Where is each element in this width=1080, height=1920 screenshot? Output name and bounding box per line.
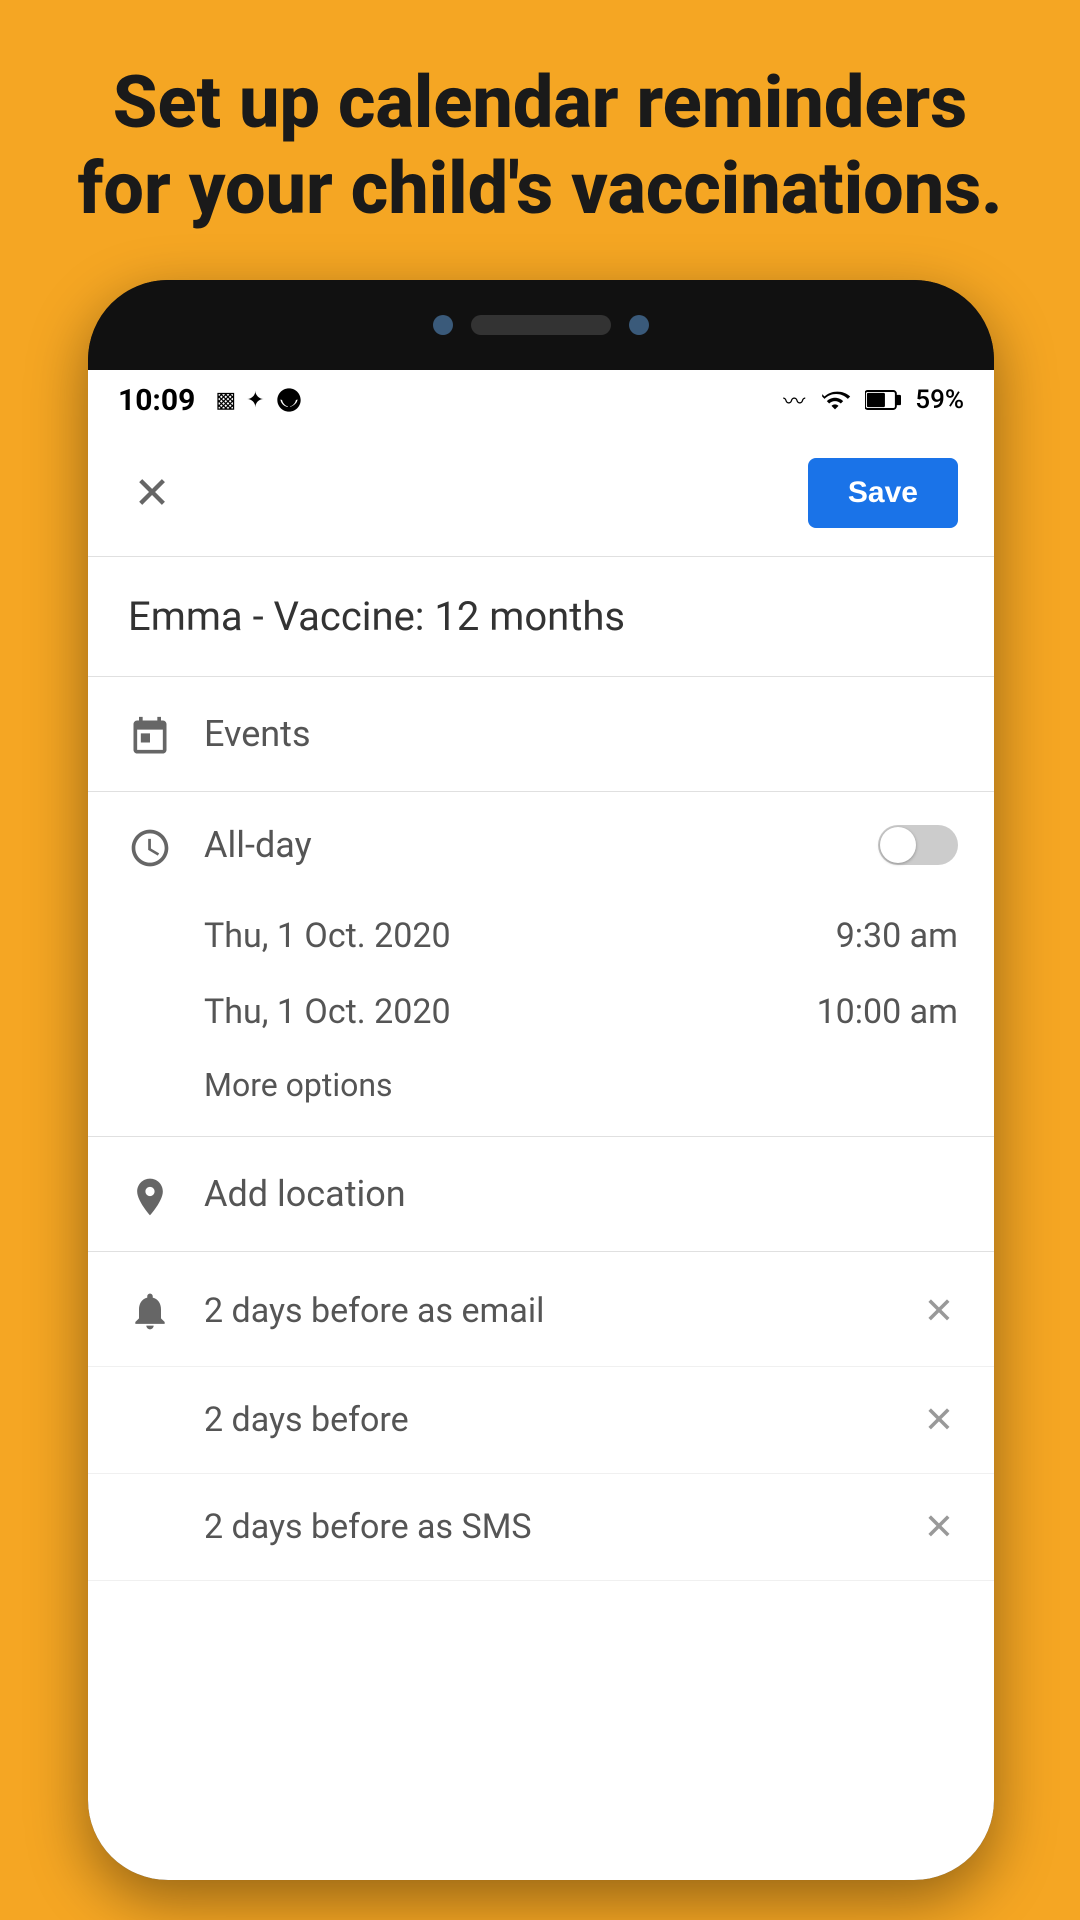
phone-shell: 10:09 ▩ ✦ 〰 59%	[88, 280, 994, 1880]
allday-row: All-day	[88, 792, 994, 898]
status-bar: 10:09 ▩ ✦ 〰 59%	[88, 370, 994, 430]
events-section: Events	[88, 677, 994, 792]
wifi-icon	[819, 386, 851, 414]
notification-close-1[interactable]: ✕	[920, 1395, 958, 1445]
location-label[interactable]: Add location	[204, 1173, 406, 1215]
speaker	[471, 315, 611, 335]
notification-row-2: 2 days before as SMS ✕	[88, 1474, 994, 1581]
notification-text-1: 2 days before	[204, 1400, 892, 1440]
toolbar: ✕ Save	[88, 430, 994, 557]
status-icons: ▩ ✦	[215, 386, 302, 414]
notification-close-2[interactable]: ✕	[920, 1502, 958, 1552]
app-content: ✕ Save Emma - Vaccine: 12 months Events	[88, 430, 994, 1880]
notification-row-1: 2 days before ✕	[88, 1367, 994, 1474]
vibrate-icon: 〰	[783, 384, 805, 416]
notification-text-0: 2 days before as email	[204, 1291, 892, 1331]
end-date[interactable]: Thu, 1 Oct. 2020	[204, 992, 451, 1032]
location-row[interactable]: Add location	[88, 1137, 994, 1252]
start-date[interactable]: Thu, 1 Oct. 2020	[204, 916, 451, 956]
close-icon: ✕	[134, 471, 171, 515]
camera-dot-left	[433, 315, 453, 335]
calendar-icon	[124, 715, 176, 759]
notification-close-0[interactable]: ✕	[920, 1286, 958, 1336]
more-options[interactable]: More options	[204, 1050, 958, 1108]
events-label[interactable]: Events	[204, 713, 311, 755]
headline: Set up calendar reminders for your child…	[0, 60, 1080, 233]
event-title[interactable]: Emma - Vaccine: 12 months	[88, 557, 994, 677]
status-time: 10:09	[118, 383, 195, 418]
datetime-section: Thu, 1 Oct. 2020 9:30 am Thu, 1 Oct. 202…	[88, 898, 994, 1137]
status-right: 〰 59%	[783, 384, 964, 416]
end-time[interactable]: 10:00 am	[817, 992, 958, 1032]
nav-icon: ✦	[246, 388, 264, 413]
start-time[interactable]: 9:30 am	[836, 916, 958, 956]
start-datetime-row[interactable]: Thu, 1 Oct. 2020 9:30 am	[204, 898, 958, 974]
bell-icon	[124, 1289, 176, 1333]
notification-text-2: 2 days before as SMS	[204, 1507, 892, 1547]
allday-toggle[interactable]	[878, 825, 958, 865]
clock-icon	[124, 826, 176, 870]
allday-label: All-day	[204, 824, 312, 866]
toggle-knob	[880, 827, 916, 863]
events-content: Events	[204, 709, 958, 759]
battery-percent: 59%	[915, 385, 964, 415]
end-datetime-row[interactable]: Thu, 1 Oct. 2020 10:00 am	[204, 974, 958, 1050]
notification-row-0: 2 days before as email ✕	[88, 1252, 994, 1367]
more-options-label[interactable]: More options	[204, 1066, 393, 1104]
notifications-section: 2 days before as email ✕ 2 days before ✕…	[88, 1252, 994, 1581]
location-icon	[124, 1175, 176, 1219]
close-button[interactable]: ✕	[124, 465, 180, 521]
chrome-icon	[275, 386, 303, 414]
toggle-track	[878, 825, 958, 865]
battery-icon	[865, 386, 901, 414]
camera-dot-right	[629, 315, 649, 335]
save-button[interactable]: Save	[808, 458, 958, 528]
screen-icon: ▩	[215, 388, 236, 413]
phone-top-bar	[88, 280, 994, 370]
